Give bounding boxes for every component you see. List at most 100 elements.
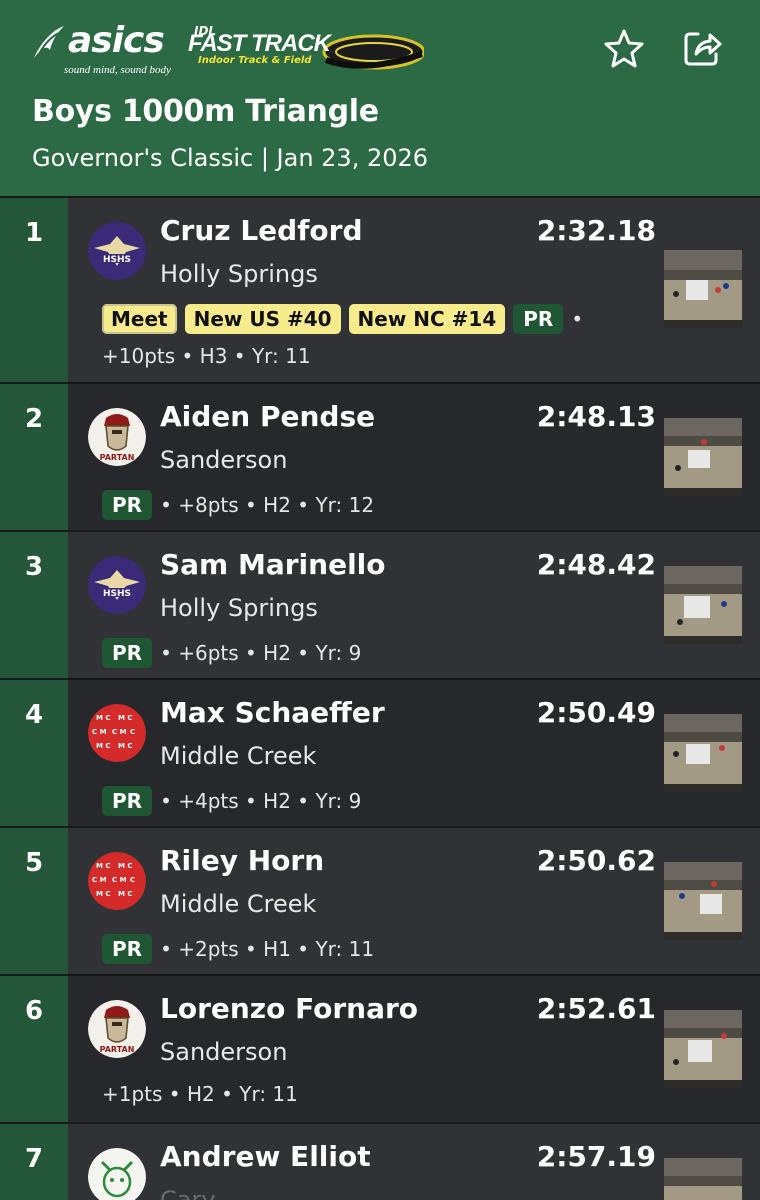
race-video-thumbnail[interactable] — [664, 566, 742, 644]
place-number: 4 — [24, 700, 44, 730]
video-thumbnail-icon — [664, 250, 742, 328]
result-row[interactable]: 1 HSHS Cruz Ledford 2:32.18 Holly Spring… — [0, 196, 760, 382]
athlete-name[interactable]: Aiden Pendse — [160, 400, 375, 433]
athlete-name[interactable]: Andrew Elliot — [160, 1140, 371, 1173]
school-name[interactable]: Sanderson — [160, 1038, 287, 1066]
asics-logo: asics sound mind, sound body — [30, 18, 180, 80]
school-name[interactable]: Sanderson — [160, 446, 287, 474]
star-icon — [604, 29, 644, 68]
svg-text:PARTAN: PARTAN — [100, 1045, 135, 1054]
page-subtitle: Governor's Classic | Jan 23, 2026 — [32, 144, 429, 172]
school-name[interactable]: Middle Creek — [160, 890, 316, 918]
badge-row: PR • +8pts • H2 • Yr: 12 — [102, 490, 374, 520]
place-column: 6 — [0, 976, 68, 1122]
athlete-name[interactable]: Max Schaeffer — [160, 696, 385, 729]
school-name[interactable]: Holly Springs — [160, 260, 318, 288]
fast-track-title: FAST TRACK — [188, 30, 331, 57]
result-time: 2:48.13 — [536, 400, 656, 433]
svg-text:M C: M C — [96, 714, 111, 722]
share-button[interactable] — [680, 26, 724, 70]
school-name[interactable]: Cary — [160, 1186, 216, 1200]
result-row[interactable]: 3 HSHS Sam Marinello 2:48.42 Holly Sprin… — [0, 530, 760, 678]
asics-wordmark: asics — [68, 20, 165, 61]
svg-text:PARTAN: PARTAN — [100, 453, 135, 462]
svg-text:C: C — [130, 876, 135, 884]
spartan-logo-icon: PARTAN — [88, 1000, 146, 1058]
race-video-thumbnail[interactable] — [664, 1010, 742, 1088]
place-column: 3 — [0, 532, 68, 678]
svg-text:HSHS: HSHS — [103, 255, 131, 265]
page-title: Boys 1000m Triangle — [32, 94, 379, 129]
result-time: 2:50.49 — [536, 696, 656, 729]
result-row[interactable]: 6 PARTAN Lorenzo Fornaro 2:52.61 Sanders… — [0, 974, 760, 1122]
app-header: asics sound mind, sound body JDL FAST TR… — [0, 0, 760, 196]
school-logo-cary — [88, 1148, 146, 1200]
result-time: 2:52.61 — [536, 992, 656, 1025]
place-column: 4 — [0, 680, 68, 826]
badge-row: PR • +2pts • H1 • Yr: 11 — [102, 934, 374, 964]
place-number: 1 — [24, 218, 44, 248]
place-number: 5 — [24, 848, 44, 878]
result-meta: • +2pts • H1 • Yr: 11 — [160, 937, 375, 961]
place-column: 5 — [0, 828, 68, 974]
svg-text:M C: M C — [118, 742, 133, 750]
fast-track-logo: JDL FAST TRACK Indoor Track & Field — [186, 24, 426, 80]
result-meta: +10pts • H3 • Yr: 11 — [102, 344, 311, 368]
athlete-name[interactable]: Sam Marinello — [160, 548, 386, 581]
middle-creek-logo-icon: M CM C C MC MC M CM C — [88, 704, 146, 762]
race-video-thumbnail[interactable] — [664, 714, 742, 792]
result-row[interactable]: 2 PARTAN Aiden Pendse 2:48.13 Sanderson — [0, 382, 760, 530]
video-thumbnail-icon — [664, 566, 742, 644]
pr-badge: PR — [102, 490, 153, 520]
hawk-logo-icon: HSHS — [88, 222, 146, 280]
share-icon — [684, 32, 722, 66]
school-name[interactable]: Middle Creek — [160, 742, 316, 770]
result-meta: +1pts • H2 • Yr: 11 — [102, 1082, 298, 1106]
favorite-button[interactable] — [602, 26, 646, 70]
pr-badge: PR — [102, 786, 153, 816]
result-card: PARTAN Aiden Pendse 2:48.13 Sanderson PR… — [68, 384, 760, 530]
svg-text:C: C — [130, 728, 135, 736]
place-column: 7 — [0, 1124, 68, 1200]
result-card: HSHS Cruz Ledford 2:32.18 Holly Springs … — [68, 198, 760, 382]
meet-record-badge: Meet — [102, 304, 177, 334]
school-logo-middle-creek: M CM C C MC MC M CM C — [88, 852, 146, 910]
athlete-name[interactable]: Riley Horn — [160, 844, 324, 877]
place-number: 6 — [24, 996, 44, 1026]
middle-creek-logo-icon: M CM C C MC MC M CM C — [88, 852, 146, 910]
imp-logo-icon — [88, 1148, 146, 1200]
svg-text:M C: M C — [118, 862, 133, 870]
school-logo-spartan: PARTAN — [88, 1000, 146, 1058]
video-thumbnail-icon — [664, 418, 742, 496]
result-meta: • +4pts • H2 • Yr: 9 — [160, 789, 362, 813]
hawk-logo-icon: HSHS — [88, 556, 146, 614]
svg-text:HSHS: HSHS — [103, 589, 131, 599]
svg-text:M C: M C — [96, 742, 111, 750]
result-card: HSHS Sam Marinello 2:48.42 Holly Springs… — [68, 532, 760, 678]
race-video-thumbnail[interactable] — [664, 1158, 742, 1200]
asics-tagline: sound mind, sound body — [64, 64, 171, 76]
svg-text:M C: M C — [118, 714, 133, 722]
us-rank-badge: New US #40 — [184, 304, 341, 334]
result-time: 2:48.42 — [536, 548, 656, 581]
race-video-thumbnail[interactable] — [664, 250, 742, 328]
race-video-thumbnail[interactable] — [664, 418, 742, 496]
result-row[interactable]: 5 M CM C C MC MC M CM C Riley Horn 2:50.… — [0, 826, 760, 974]
svg-text:C M: C M — [92, 876, 107, 884]
school-logo-hshs: HSHS — [88, 556, 146, 614]
result-row[interactable]: 4 M CM C C MC MC M CM C Max Schaeffer 2:… — [0, 678, 760, 826]
athlete-name[interactable]: Lorenzo Fornaro — [160, 992, 418, 1025]
svg-text:M C: M C — [96, 862, 111, 870]
nc-rank-badge: New NC #14 — [348, 304, 506, 334]
athlete-name[interactable]: Cruz Ledford — [160, 214, 362, 247]
result-card: M CM C C MC MC M CM C Riley Horn 2:50.62… — [68, 828, 760, 974]
school-name[interactable]: Holly Springs — [160, 594, 318, 622]
race-video-thumbnail[interactable] — [664, 862, 742, 940]
video-thumbnail-icon — [664, 862, 742, 940]
result-meta: • +6pts • H2 • Yr: 9 — [160, 641, 362, 665]
school-logo-spartan: PARTAN — [88, 408, 146, 466]
place-column: 2 — [0, 384, 68, 530]
result-row[interactable]: 7 Andrew Elliot 2:57.19 Cary — [0, 1122, 760, 1200]
place-number: 3 — [24, 552, 44, 582]
asics-stripes-icon — [34, 26, 64, 58]
